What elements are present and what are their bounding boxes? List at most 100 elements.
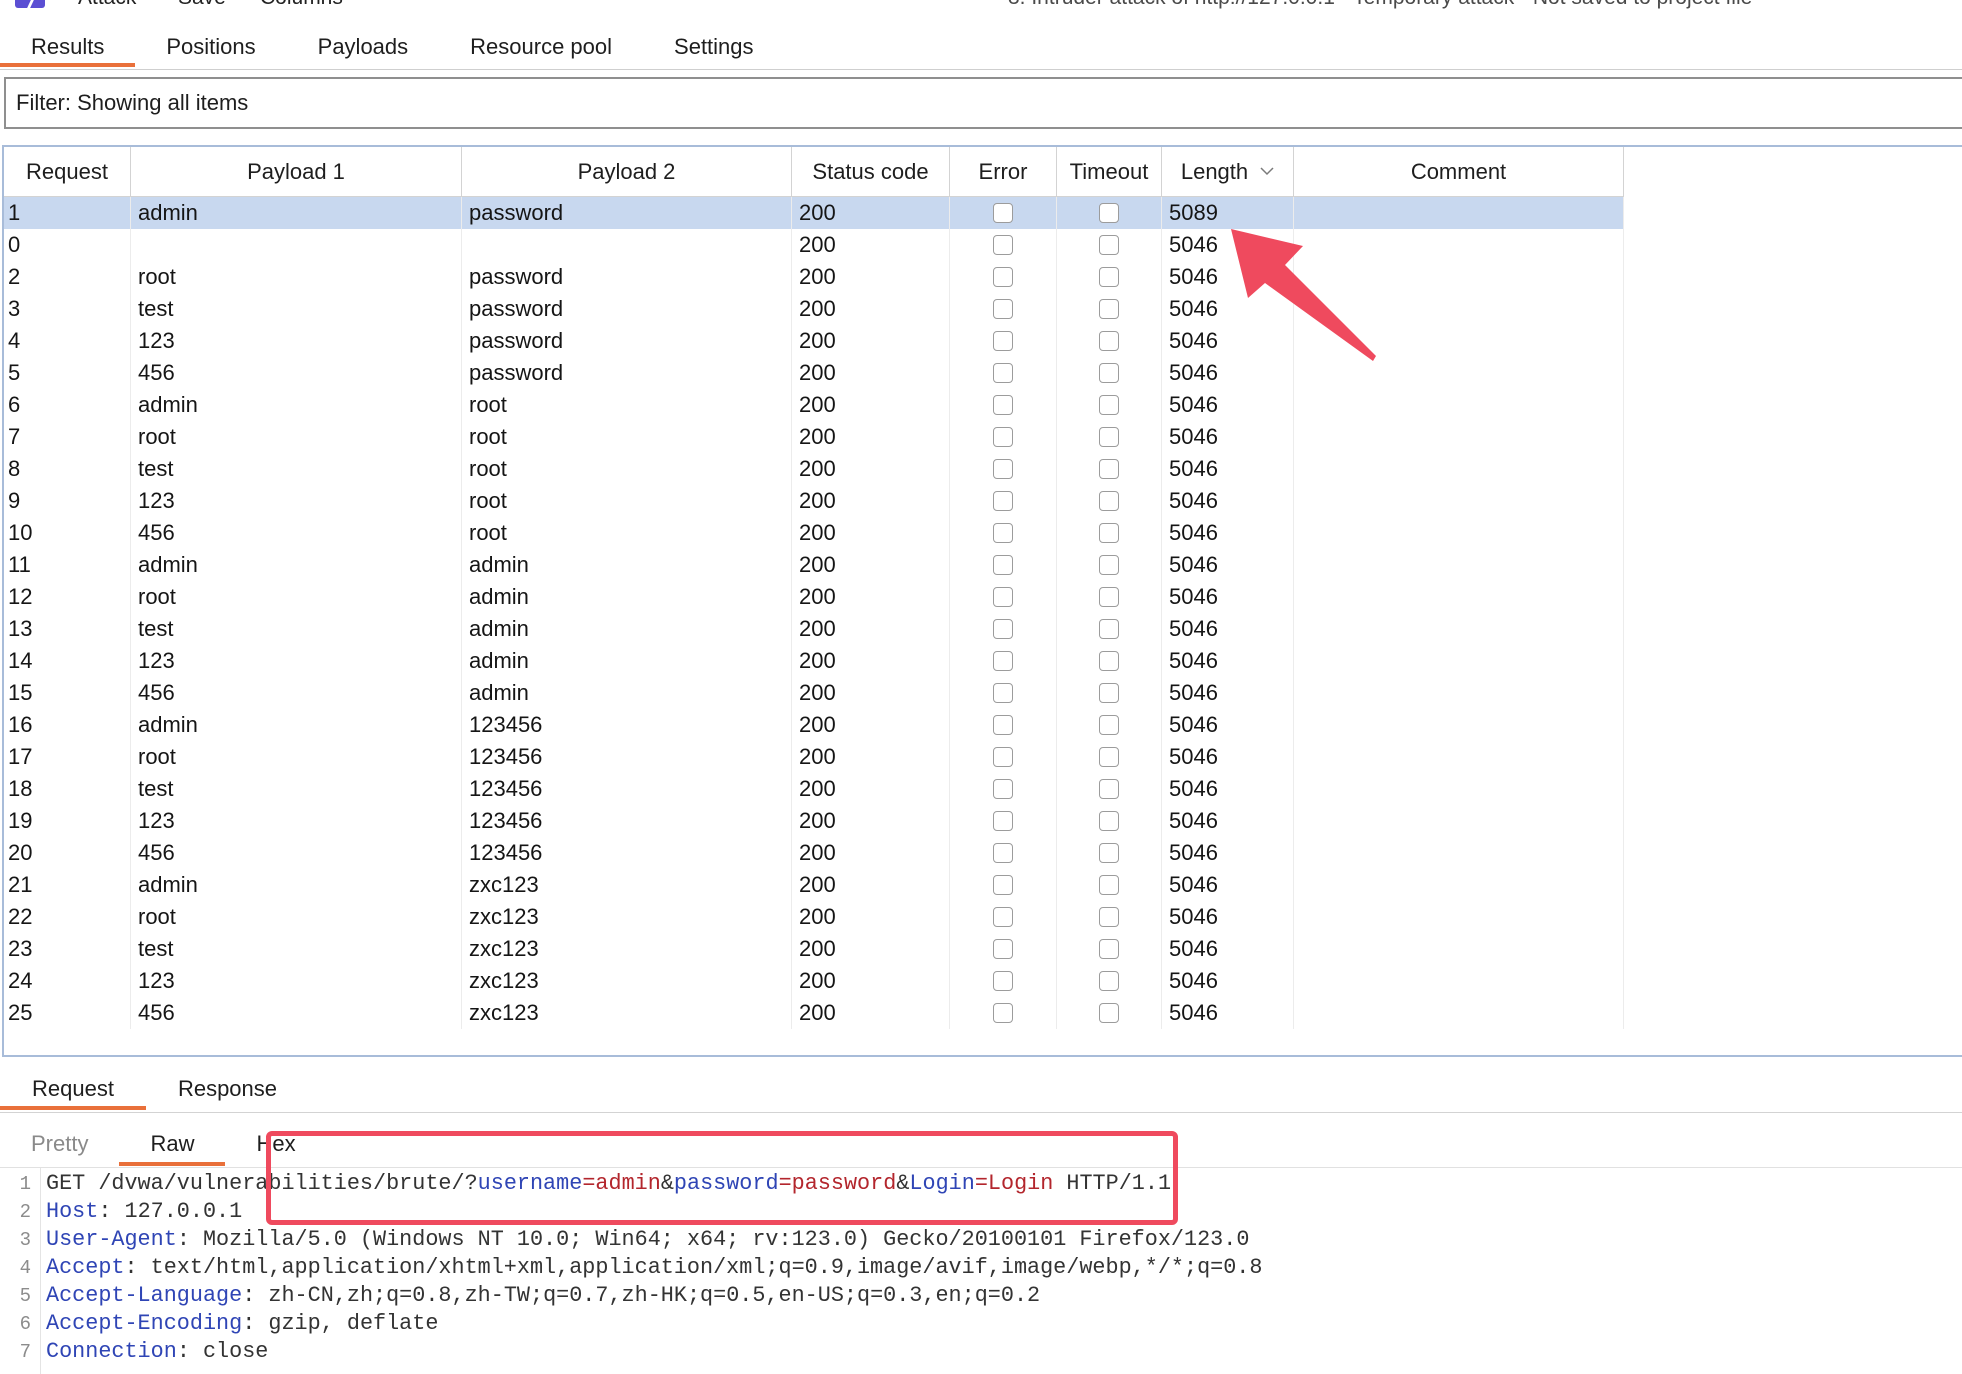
column-header-timeout[interactable]: Timeout xyxy=(1057,147,1162,197)
comment-cell xyxy=(1294,645,1624,677)
error-cell xyxy=(950,869,1057,901)
request-cell: 21 xyxy=(4,869,131,901)
timeout-cell xyxy=(1057,997,1162,1029)
code-token: : text/html,application/xhtml+xml,applic… xyxy=(124,1255,1263,1280)
error-checkbox xyxy=(993,427,1013,447)
column-header-request[interactable]: Request xyxy=(4,147,131,197)
menu-save[interactable]: Save xyxy=(178,0,226,8)
timeout-cell xyxy=(1057,869,1162,901)
request-cell: 14 xyxy=(4,645,131,677)
table-row[interactable]: 8 test root 200 5046 xyxy=(4,453,1624,485)
status-code-cell: 200 xyxy=(792,613,950,645)
table-row[interactable]: 5 456 password 200 5046 xyxy=(4,357,1624,389)
tab-pretty[interactable]: Pretty xyxy=(0,1121,119,1167)
length-cell: 5046 xyxy=(1162,677,1294,709)
status-code-cell: 200 xyxy=(792,421,950,453)
table-row[interactable]: 0 200 5046 xyxy=(4,229,1624,261)
table-row[interactable]: 23 test zxc123 200 5046 xyxy=(4,933,1624,965)
tab-hex[interactable]: Hex xyxy=(225,1121,326,1167)
error-checkbox xyxy=(993,811,1013,831)
payload-2-cell: root xyxy=(462,453,792,485)
table-row[interactable]: 14 123 admin 200 5046 xyxy=(4,645,1624,677)
table-row[interactable]: 21 admin zxc123 200 5046 xyxy=(4,869,1624,901)
table-body: 1 admin password 200 5089 0 200 5046 2 root passwo… xyxy=(4,197,1624,1029)
tab-results[interactable]: Results xyxy=(0,28,136,69)
table-row[interactable]: 18 test 123456 200 5046 xyxy=(4,773,1624,805)
table-row[interactable]: 13 test admin 200 5046 xyxy=(4,613,1624,645)
timeout-checkbox xyxy=(1099,267,1119,287)
code-token: password xyxy=(673,1171,779,1196)
table-row[interactable]: 9 123 root 200 5046 xyxy=(4,485,1624,517)
tab-resource-pool[interactable]: Resource pool xyxy=(439,28,643,69)
table-row[interactable]: 22 root zxc123 200 5046 xyxy=(4,901,1624,933)
payload-1-cell: test xyxy=(131,773,462,805)
results-table: Request Payload 1 Payload 2 Status code … xyxy=(2,145,1962,1057)
status-code-cell: 200 xyxy=(792,677,950,709)
error-checkbox xyxy=(993,587,1013,607)
status-code-cell: 200 xyxy=(792,357,950,389)
table-row[interactable]: 3 test password 200 5046 xyxy=(4,293,1624,325)
tab-positions[interactable]: Positions xyxy=(135,28,286,69)
table-row[interactable]: 25 456 zxc123 200 5046 xyxy=(4,997,1624,1029)
code-token: Host xyxy=(46,1199,99,1224)
payload-2-cell: zxc123 xyxy=(462,997,792,1029)
table-row[interactable]: 19 123 123456 200 5046 xyxy=(4,805,1624,837)
tab-settings[interactable]: Settings xyxy=(643,28,785,69)
table-row[interactable]: 1 admin password 200 5089 xyxy=(4,197,1624,229)
status-code-cell: 200 xyxy=(792,261,950,293)
table-row[interactable]: 10 456 root 200 5046 xyxy=(4,517,1624,549)
error-cell xyxy=(950,805,1057,837)
table-row[interactable]: 16 admin 123456 200 5046 xyxy=(4,709,1624,741)
menu-attack[interactable]: Attack xyxy=(78,0,136,8)
table-row[interactable]: 7 root root 200 5046 xyxy=(4,421,1624,453)
column-header-status-code[interactable]: Status code xyxy=(792,147,950,197)
code-token: Login xyxy=(909,1171,975,1196)
request-editor[interactable]: 1 GET /dvwa/vulnerabilities/brute/?userna… xyxy=(0,1170,1962,1366)
table-row[interactable]: 17 root 123456 200 5046 xyxy=(4,741,1624,773)
table-row[interactable]: 11 admin admin 200 5046 xyxy=(4,549,1624,581)
code-token: User-Agent xyxy=(46,1227,177,1252)
comment-cell xyxy=(1294,933,1624,965)
filter-text: Filter: Showing all items xyxy=(16,90,249,115)
column-header-error[interactable]: Error xyxy=(950,147,1057,197)
tab-response[interactable]: Response xyxy=(146,1066,309,1112)
table-row[interactable]: 4 123 password 200 5046 xyxy=(4,325,1624,357)
length-cell: 5046 xyxy=(1162,645,1294,677)
length-cell: 5046 xyxy=(1162,581,1294,613)
comment-cell xyxy=(1294,581,1624,613)
table-row[interactable]: 12 root admin 200 5046 xyxy=(4,581,1624,613)
timeout-cell xyxy=(1057,229,1162,261)
error-cell xyxy=(950,357,1057,389)
table-row[interactable]: 15 456 admin 200 5046 xyxy=(4,677,1624,709)
error-cell xyxy=(950,741,1057,773)
request-cell: 25 xyxy=(4,997,131,1029)
column-header-length[interactable]: Length xyxy=(1162,147,1294,197)
tab-raw[interactable]: Raw xyxy=(119,1121,226,1167)
length-cell: 5046 xyxy=(1162,517,1294,549)
payload-2-cell: 123456 xyxy=(462,709,792,741)
timeout-checkbox xyxy=(1099,459,1119,479)
table-row[interactable]: 6 admin root 200 5046 xyxy=(4,389,1624,421)
table-row[interactable]: 2 root password 200 5046 xyxy=(4,261,1624,293)
payload-2-cell: root xyxy=(462,517,792,549)
payload-2-cell: password xyxy=(462,325,792,357)
timeout-cell xyxy=(1057,613,1162,645)
status-code-cell: 200 xyxy=(792,293,950,325)
error-checkbox xyxy=(993,683,1013,703)
code-token: HTTP/1.1 xyxy=(1053,1171,1172,1196)
payload-1-cell: admin xyxy=(131,197,462,229)
code-text: Accept-Encoding: gzip, deflate xyxy=(46,1310,438,1338)
filter-bar[interactable]: Filter: Showing all items xyxy=(4,77,1962,129)
menu-columns[interactable]: Columns xyxy=(260,0,343,8)
column-header-comment[interactable]: Comment xyxy=(1294,147,1624,197)
table-row[interactable]: 24 123 zxc123 200 5046 xyxy=(4,965,1624,997)
table-row[interactable]: 20 456 123456 200 5046 xyxy=(4,837,1624,869)
tab-request[interactable]: Request xyxy=(0,1066,146,1112)
timeout-checkbox xyxy=(1099,619,1119,639)
column-header-payload-2[interactable]: Payload 2 xyxy=(462,147,792,197)
status-code-cell: 200 xyxy=(792,645,950,677)
column-header-payload-1[interactable]: Payload 1 xyxy=(131,147,462,197)
payload-1-cell: 123 xyxy=(131,645,462,677)
tab-payloads[interactable]: Payloads xyxy=(287,28,440,69)
payload-1-cell: test xyxy=(131,613,462,645)
